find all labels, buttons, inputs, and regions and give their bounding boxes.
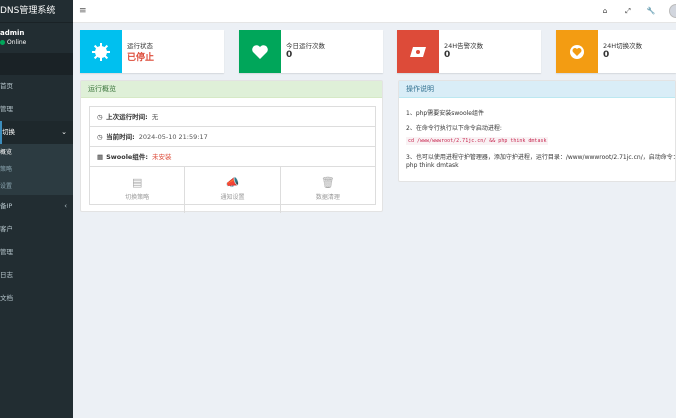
today-runs-value: 0 — [286, 50, 293, 60]
submenu-item-overview[interactable]: 概览 — [0, 144, 73, 161]
clock-icon: ◷ — [97, 133, 103, 141]
current-time-row: ◷ 当前时间: 2024-05-10 21:59:17 — [90, 127, 375, 147]
alerts-value: 0 — [444, 50, 451, 60]
chevron-left-icon: ‹ — [64, 202, 67, 210]
last-run-label: 上次运行时间: — [106, 113, 148, 121]
trash-icon: 🗑 — [320, 176, 335, 189]
switch-strategy-label: 切换策略 — [125, 194, 150, 201]
swoole-label: Swoole组件: — [106, 153, 148, 161]
info-box-switches: 24H切换次数 0 — [556, 30, 676, 73]
avatar[interactable] — [669, 4, 676, 18]
brand-title[interactable]: DNS管理系统 — [0, 0, 73, 23]
submenu-item-settings[interactable]: 设置 — [0, 178, 73, 195]
sidebar-search-area — [0, 53, 73, 75]
help-code: cd /www/wwwroot/2.71jc.cn/ && php think … — [406, 137, 549, 145]
swoole-row: ▦ Swoole组件: 未安装 — [90, 147, 375, 167]
sidebar-submenu: 概览 策略 设置 — [0, 144, 73, 195]
user-name: admin — [0, 29, 25, 37]
switches-label: 24H切换次数 — [603, 42, 643, 50]
swoole-value: 未安装 — [151, 153, 172, 161]
sidebar-item-home[interactable]: 首页 — [0, 75, 73, 98]
help-title: 操作说明 — [399, 81, 675, 98]
info-box-status: 运行状态 已停止 — [80, 30, 224, 73]
tag-icon — [397, 30, 439, 73]
help-line-3: 3、也可以使用进程守护管理器，添加守护进程，运行目录：/www/wwwroot/… — [406, 154, 676, 161]
switch-strategy-button[interactable]: ▤ 切换策略 — [90, 167, 186, 213]
current-time-value: 2024-05-10 21:59:17 — [138, 133, 208, 141]
sidebar-item-switch[interactable]: 切换 ⌄ — [0, 121, 73, 144]
last-run-row: ◷ 上次运行时间: 无 — [90, 107, 375, 127]
sidebar: DNS管理系统 admin Online 首页 管理 切换 ⌄ 概览 策略 设置 … — [0, 0, 73, 418]
info-box-alerts: 24H告警次数 0 — [397, 30, 541, 73]
heart-badge-icon — [556, 30, 598, 73]
data-cleanup-label: 数据清理 — [315, 194, 340, 201]
sidebar-item-logs[interactable]: 日志 — [0, 264, 73, 287]
clock-icon: ◷ — [97, 113, 103, 121]
help-panel: 操作说明 1、php需要安装swoole组件 2、在命令行执行以下命令启动进程:… — [398, 80, 676, 182]
home-icon[interactable]: ⌂ — [599, 5, 611, 17]
data-cleanup-button[interactable]: 🗑 数据清理 — [281, 167, 375, 213]
notify-settings-button[interactable]: 📣 通知设置 — [185, 167, 281, 213]
status-value: 已停止 — [127, 53, 155, 63]
info-box-today-runs: 今日运行次数 0 — [239, 30, 383, 73]
sidebar-item-clients[interactable]: 客户 — [0, 218, 73, 241]
current-time-label: 当前时间: — [106, 133, 135, 141]
sidebar-item-manage[interactable]: 管理 — [0, 98, 73, 121]
notify-settings-label: 通知设置 — [220, 194, 245, 201]
help-line-2: 2、在命令行执行以下命令启动进程: — [406, 125, 502, 132]
online-dot-icon — [0, 40, 5, 45]
user-panel: admin Online — [0, 23, 73, 53]
grid-icon: ▦ — [97, 153, 104, 161]
sidebar-item-backup-ip-label: 备IP — [0, 202, 13, 210]
overview-panel: 运行概览 ◷ 上次运行时间: 无 ◷ 当前时间: 2024-05-10 21:59:… — [80, 80, 383, 213]
sidebar-item-backup-ip[interactable]: 备IP ‹ — [0, 195, 73, 218]
expand-icon[interactable]: ⤢ — [622, 5, 634, 17]
sidebar-item-docs[interactable]: 文档 — [0, 287, 73, 310]
action-buttons: ▤ 切换策略 📣 通知设置 🗑 数据清理 — [90, 167, 375, 213]
submenu-item-strategy[interactable]: 策略 — [0, 161, 73, 178]
top-header: ≡ ⌂ ⤢ 🔧 — [73, 0, 676, 23]
hamburger-icon[interactable]: ≡ — [79, 6, 87, 16]
chevron-down-icon: ⌄ — [61, 128, 67, 136]
user-status: Online — [0, 38, 73, 47]
sidebar-menu: 首页 管理 切换 ⌄ 概览 策略 设置 备IP ‹ 客户 管理 日志 文档 — [0, 75, 73, 310]
help-command[interactable]: cd /www/wwwroot/2.71jc.cn/ && php think … — [406, 137, 549, 145]
overview-title: 运行概览 — [81, 81, 382, 98]
help-line-1: 1、php需要安装swoole组件 — [406, 110, 484, 117]
gear-icon — [80, 30, 122, 73]
sidebar-item-switch-label: 切换 — [2, 128, 15, 136]
today-runs-label: 今日运行次数 — [286, 42, 325, 50]
user-status-text: Online — [7, 39, 27, 46]
bullhorn-icon: 📣 — [225, 176, 240, 189]
last-run-value: 无 — [151, 113, 159, 121]
list-icon: ▤ — [131, 176, 143, 189]
switches-value: 0 — [603, 50, 610, 60]
status-label: 运行状态 — [127, 42, 153, 50]
overview-box: ◷ 上次运行时间: 无 ◷ 当前时间: 2024-05-10 21:59:17 ▦ … — [89, 106, 376, 213]
sidebar-item-admin[interactable]: 管理 — [0, 241, 73, 264]
heart-icon — [239, 30, 281, 73]
alerts-label: 24H告警次数 — [444, 42, 484, 50]
wrench-icon[interactable]: 🔧 — [645, 5, 657, 17]
help-line-4: php think dmtask — [406, 162, 459, 169]
